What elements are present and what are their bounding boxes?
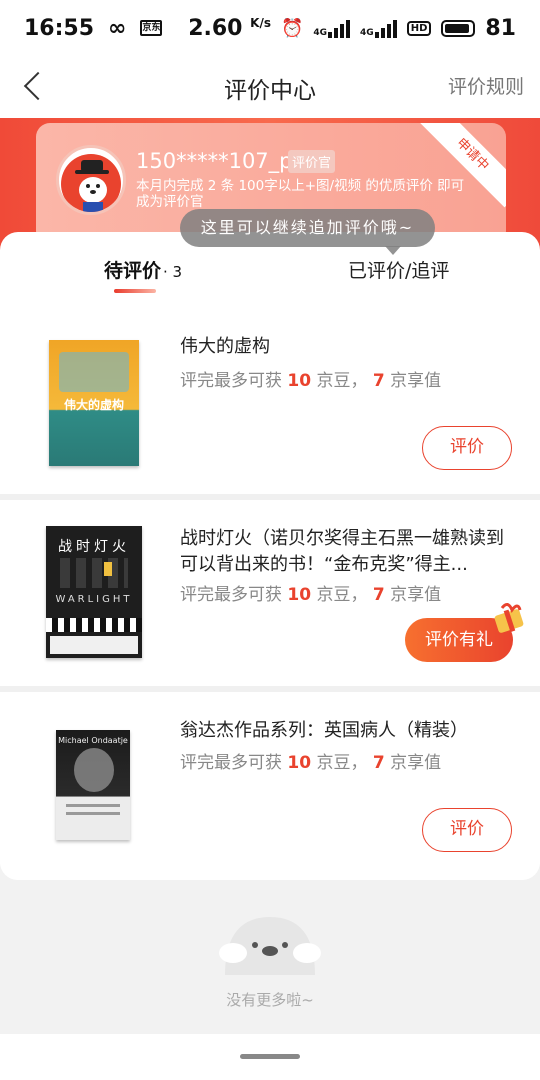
product-title[interactable]: 战时灯火（诺贝尔奖得主石黑一雄熟读到可以背出来的书！“金布克奖”得主...: [180, 526, 520, 578]
joy-mascot-icon: [219, 917, 321, 975]
signal-icon-2: 4G: [360, 18, 397, 38]
product-title[interactable]: 伟大的虚构: [180, 334, 520, 360]
battery-icon: [441, 19, 476, 37]
app-notification-icon: 京东: [140, 20, 163, 36]
active-tab-indicator: [114, 289, 156, 293]
home-indicator[interactable]: [0, 1034, 540, 1080]
wifi-hd-icon: HD: [406, 20, 432, 36]
status-bar: 16:55 ∞ 京东 2.60 K/s ⏰ 4G 4G HD 81: [0, 0, 540, 56]
reviewer-requirement-text: 本月内完成 2 条 100字以上+图/视频 的优质评价 即可成为评价官: [136, 178, 465, 210]
tab-pending-label: 待评价: [104, 260, 162, 282]
infinity-icon: ∞: [108, 15, 127, 41]
review-rules-link[interactable]: 评价规则: [448, 72, 524, 99]
user-id: 150*****107_p: [136, 149, 293, 173]
tab-pending-review[interactable]: 待评价 · 3: [104, 256, 182, 283]
reward-text: 评完最多可获 10 京豆， 7 京享值: [180, 371, 442, 391]
gift-icon: [494, 603, 524, 633]
status-time: 16:55: [24, 15, 95, 41]
net-speed: 2.60 K/s: [188, 15, 271, 41]
no-more-text: 没有更多啦~: [226, 991, 314, 1009]
alarm-icon: ⏰: [280, 17, 304, 39]
tab-reviewed[interactable]: 已评价/追评: [348, 256, 449, 283]
reward-text: 评完最多可获 10 京豆， 7 京享值: [180, 753, 442, 773]
reward-text: 评完最多可获 10 京豆， 7 京享值: [180, 585, 442, 605]
product-row[interactable]: Michael Ondaatje 翁达杰作品系列：英国病人（精装） 评完最多可获…: [0, 692, 540, 880]
review-button[interactable]: 评价: [422, 426, 512, 470]
avatar[interactable]: [56, 145, 126, 215]
battery-level: 81: [485, 15, 516, 41]
tab-pending-count: · 3: [163, 263, 183, 281]
book-cover-image[interactable]: Michael Ondaatje: [56, 730, 130, 840]
product-row[interactable]: 伟大的虚构 伟大的虚构 评完最多可获 10 京豆， 7 京享值 评价: [0, 302, 540, 492]
signal-icon-1: 4G: [313, 18, 351, 38]
nav-bar: 评价中心 评价规则: [0, 56, 540, 118]
reviewer-badge: 评价官: [288, 150, 336, 173]
append-review-tooltip: 这里可以继续追加评价哦~: [180, 209, 435, 255]
review-button[interactable]: 评价: [422, 808, 512, 852]
book-cover-image[interactable]: 伟大的虚构: [49, 340, 139, 466]
product-row[interactable]: 战时灯火 WARLIGHT 战时灯火（诺贝尔奖得主石黑一雄熟读到可以背出来的书！…: [0, 500, 540, 690]
product-title[interactable]: 翁达杰作品系列：英国病人（精装）: [180, 718, 520, 744]
review-list-panel: 待评价 · 3 已评价/追评 伟大的虚构 伟大的虚构 评完最多可获 10 京豆， …: [0, 232, 540, 880]
book-cover-image[interactable]: 战时灯火 WARLIGHT: [46, 526, 142, 658]
